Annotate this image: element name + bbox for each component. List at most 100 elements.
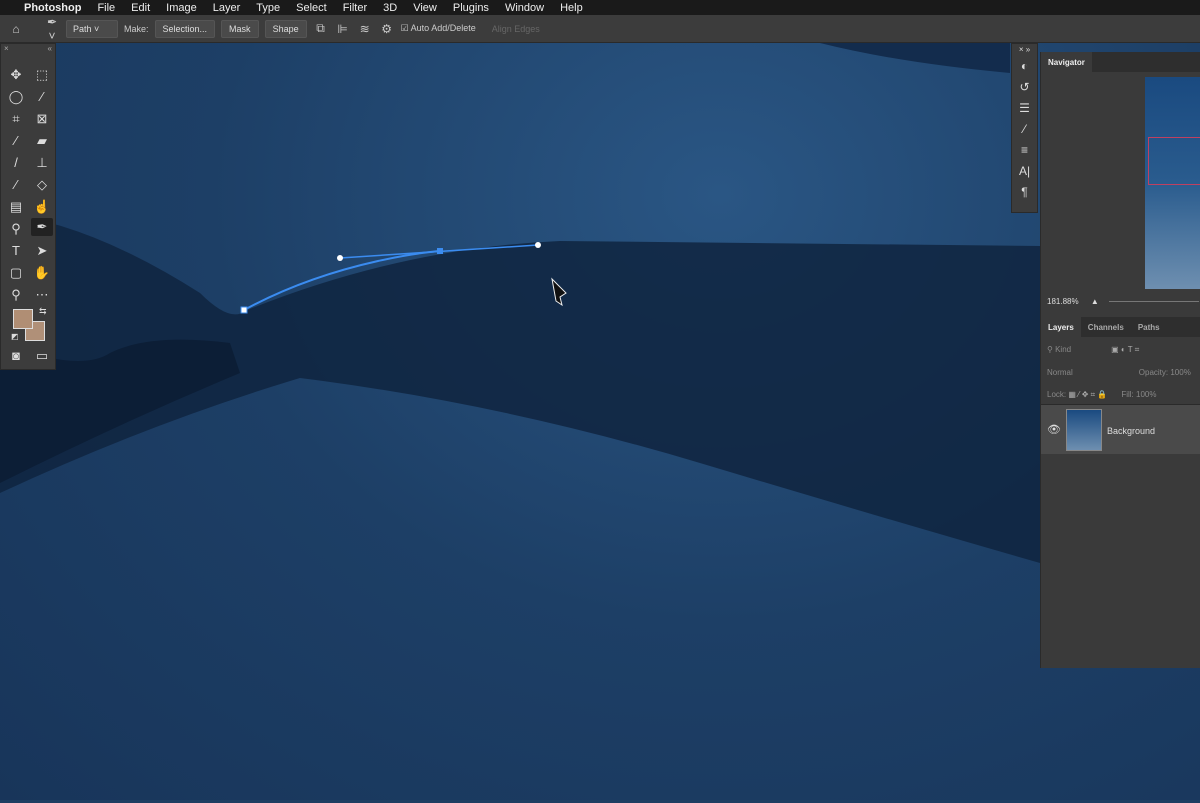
toolbox: × « ✥ ⬚ ◯ ⁄ ⌗ ⊠ ⁄ ▰ / ⊥ ⁄ ◇ ▤ ☝ ⚲ ✒ T ➤ … (0, 43, 56, 370)
right-panel: Navigator 181.88% ▲ Layers Channels Path… (1040, 52, 1200, 668)
navigator-zoom-value[interactable]: 181.88% (1047, 297, 1079, 306)
menu-layer[interactable]: Layer (205, 2, 249, 14)
path-alignment-icon[interactable]: ⊫ (335, 22, 351, 36)
direction-handle[interactable] (535, 242, 541, 248)
layers-tabs: Layers Channels Paths (1041, 317, 1200, 337)
menu-plugins[interactable]: Plugins (445, 2, 497, 14)
eyedropper-tool-icon[interactable]: ⁄ (5, 132, 27, 150)
paragraph-icon[interactable]: ¶ (1012, 182, 1037, 203)
marquee-tool-icon[interactable]: ⬚ (31, 66, 53, 84)
make-label: Make: (124, 23, 149, 34)
menu-photoshop[interactable]: Photoshop (16, 2, 89, 14)
zoom-tool-icon[interactable]: ⚲ (5, 286, 27, 304)
make-shape-button[interactable]: Shape (264, 19, 307, 38)
collapse-icon[interactable]: × » (1012, 44, 1037, 56)
pen-tool-preset-icon[interactable]: ✒ ˅ (44, 15, 60, 43)
zoom-slider[interactable] (1108, 301, 1199, 303)
gear-icon[interactable]: ⚙ (379, 22, 395, 36)
healing-tool-icon[interactable]: ▰ (31, 132, 53, 150)
character-icon[interactable]: A| (1012, 161, 1037, 182)
kind-filter[interactable]: Kind (1055, 345, 1071, 354)
hand-tool-icon[interactable]: ✋ (31, 264, 53, 282)
layer-filter[interactable]: ⚲ Kind ▣ ◐ T ⌗ (1041, 345, 1200, 355)
brush-tool-icon[interactable]: / (5, 154, 27, 172)
swap-colors-icon[interactable]: ⇆ (39, 306, 47, 317)
eye-icon[interactable]: 👁 (1047, 423, 1061, 436)
tab-channels[interactable]: Channels (1081, 317, 1131, 337)
auto-add-delete-label: Auto Add/Delete (410, 23, 476, 33)
menu-view[interactable]: View (405, 2, 445, 14)
layer-thumbnail (1066, 409, 1102, 451)
close-icon[interactable]: × « (1, 44, 55, 54)
gradient-tool-icon[interactable]: ▤ (5, 198, 27, 216)
dolphin-top (820, 43, 1010, 73)
navigator-tabs: Navigator (1041, 52, 1200, 72)
tab-paths[interactable]: Paths (1131, 317, 1167, 337)
path-operations-icon[interactable]: ⧉ (313, 21, 329, 36)
panel-icon-strip: × » ◐ ↺ ☰ ⁄ ≡ A| ¶ (1011, 43, 1038, 213)
navigator-view-box[interactable] (1148, 137, 1200, 185)
foreground-color-swatch[interactable] (13, 309, 33, 329)
history-icon[interactable]: ↺ (1012, 77, 1037, 98)
fill-input[interactable]: 100% (1136, 390, 1156, 399)
properties-icon[interactable]: ☰ (1012, 98, 1037, 119)
brush-settings-icon[interactable]: ⁄ (1012, 119, 1037, 140)
menu-edit[interactable]: Edit (123, 2, 158, 14)
menu-image[interactable]: Image (158, 2, 205, 14)
eraser-tool-icon[interactable]: ◇ (31, 176, 53, 194)
fill-label: Fill: (1121, 390, 1134, 399)
tab-navigator[interactable]: Navigator (1041, 52, 1092, 72)
brushes-icon[interactable]: ≡ (1012, 140, 1037, 161)
path-selection-tool-icon[interactable]: ➤ (31, 242, 53, 260)
frame-tool-icon[interactable]: ⊠ (31, 110, 53, 128)
path-arrangement-icon[interactable]: ≋ (357, 22, 373, 36)
tab-layers[interactable]: Layers (1041, 317, 1081, 337)
menu-type[interactable]: Type (248, 2, 288, 14)
menu-select[interactable]: Select (288, 2, 335, 14)
make-selection-button[interactable]: Selection... (154, 19, 216, 38)
anchor-point-selected[interactable] (437, 248, 443, 254)
opacity-label: Opacity: (1138, 368, 1169, 377)
direction-handle[interactable] (337, 255, 343, 261)
lasso-tool-icon[interactable]: ◯ (5, 88, 27, 106)
quick-mask-icon[interactable]: ◙ (5, 347, 27, 365)
lock-row: Lock: ▦ ⁄ ✥ ⌗ 🔒 Fill: 100% (1041, 390, 1200, 400)
adjustments-icon[interactable]: ◐ (1012, 56, 1037, 77)
smudge-tool-icon[interactable]: ☝ (31, 198, 53, 216)
type-tool-icon[interactable]: T (5, 242, 27, 260)
options-bar: ⌂ ✒ ˅ Path ˅ Make: Selection... Mask Sha… (0, 15, 1200, 43)
more-tools-icon[interactable]: ⋯ (31, 286, 53, 304)
crop-tool-icon[interactable]: ⌗ (5, 110, 27, 128)
history-brush-tool-icon[interactable]: ⁄ (5, 176, 27, 194)
menu-file[interactable]: File (89, 2, 123, 14)
layer-name[interactable]: Background (1107, 426, 1155, 436)
move-tool-icon[interactable]: ✥ (5, 66, 27, 84)
menu-window[interactable]: Window (497, 2, 552, 14)
menu-filter[interactable]: Filter (335, 2, 375, 14)
screen-mode-icon[interactable]: ▭ (31, 347, 53, 365)
layer-row[interactable]: 👁 Background (1041, 404, 1200, 454)
menu-help[interactable]: Help (552, 2, 591, 14)
dodge-tool-icon[interactable]: ⚲ (5, 220, 27, 238)
pen-mode-select[interactable]: Path ˅ (66, 19, 118, 38)
menu-3d[interactable]: 3D (375, 2, 405, 14)
home-icon[interactable]: ⌂ (8, 22, 24, 36)
opacity-input[interactable]: 100% (1170, 368, 1190, 377)
magic-wand-tool-icon[interactable]: ⁄ (31, 88, 53, 106)
blend-row: Normal Opacity: 100% (1041, 368, 1200, 377)
make-mask-button[interactable]: Mask (221, 19, 259, 38)
navigator-zoom[interactable]: 181.88% ▲ (1041, 297, 1200, 306)
menu-bar: Photoshop File Edit Image Layer Type Sel… (0, 0, 1200, 15)
auto-add-delete-checkbox[interactable]: ☑ Auto Add/Delete (401, 23, 476, 34)
lock-icons[interactable]: ▦ ⁄ ✥ ⌗ 🔒 (1068, 390, 1107, 399)
anchor-point[interactable] (240, 306, 248, 314)
lock-label: Lock: (1047, 390, 1067, 399)
blend-mode-select[interactable]: Normal (1047, 368, 1073, 377)
align-edges-checkbox[interactable]: Align Edges (492, 24, 540, 34)
pen-mode-value: Path (73, 23, 92, 34)
default-colors-icon[interactable]: ◩ (11, 332, 19, 341)
zoom-out-icon[interactable]: ▲ (1091, 297, 1099, 306)
stamp-tool-icon[interactable]: ⊥ (31, 154, 53, 172)
rectangle-tool-icon[interactable]: ▢ (5, 264, 27, 282)
pen-tool-icon[interactable]: ✒ (31, 218, 53, 236)
